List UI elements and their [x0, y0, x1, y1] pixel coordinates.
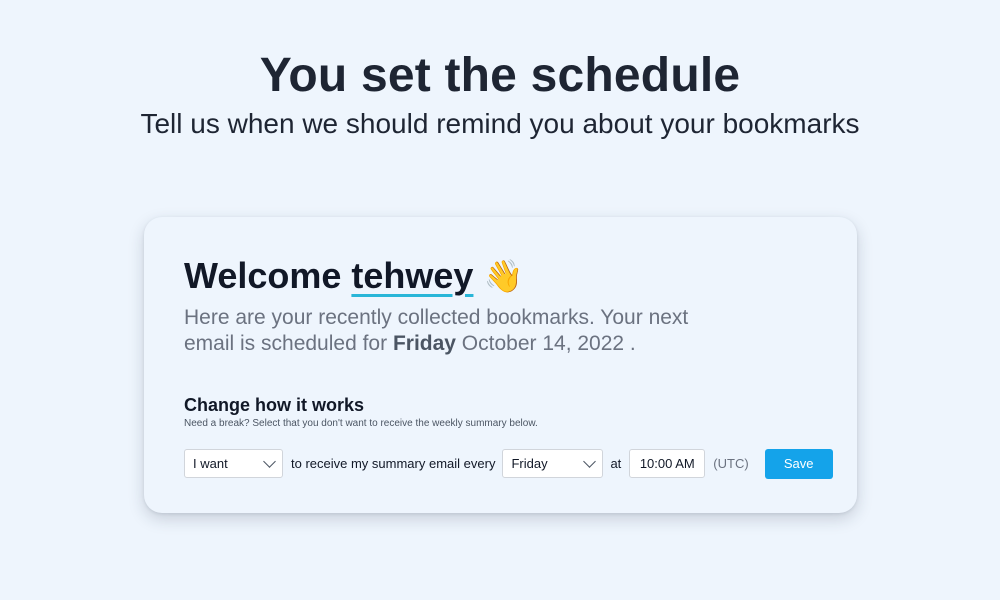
welcome-heading: Welcome tehwey 👋	[184, 255, 523, 297]
time-input[interactable]: 10:00 AM	[629, 449, 706, 478]
at-label: at	[610, 456, 622, 471]
waving-hand-icon: 👋	[483, 258, 524, 294]
want-select[interactable]: I want	[184, 449, 283, 478]
page-subtitle: Tell us when we should remind you about …	[140, 108, 860, 139]
schedule-controls: I want to receive my summary email every…	[184, 448, 833, 479]
section-title: Change how it works	[184, 395, 365, 415]
next-day: Friday	[392, 332, 456, 355]
next-date: October 14, 2022 .	[455, 332, 636, 355]
schedule-card: Welcome tehwey 👋 Here are your recently …	[144, 217, 857, 513]
page-title: You set the schedule	[259, 49, 741, 102]
intro-text: Here are your recently collected bookmar…	[184, 305, 724, 357]
save-button[interactable]: Save	[764, 448, 833, 479]
username-link[interactable]: tehwey	[351, 255, 473, 297]
connector-text: to receive my summary email every	[291, 456, 496, 471]
section-hint: Need a break? Select that you don't want…	[184, 418, 538, 429]
chevron-down-icon	[583, 455, 597, 468]
day-select[interactable]: Friday	[502, 449, 604, 478]
timezone-label: (UTC)	[713, 456, 749, 471]
want-select-value: I want	[193, 456, 228, 471]
chevron-down-icon	[263, 455, 276, 468]
welcome-prefix: Welcome	[184, 255, 342, 296]
day-select-value: Friday	[511, 456, 548, 471]
